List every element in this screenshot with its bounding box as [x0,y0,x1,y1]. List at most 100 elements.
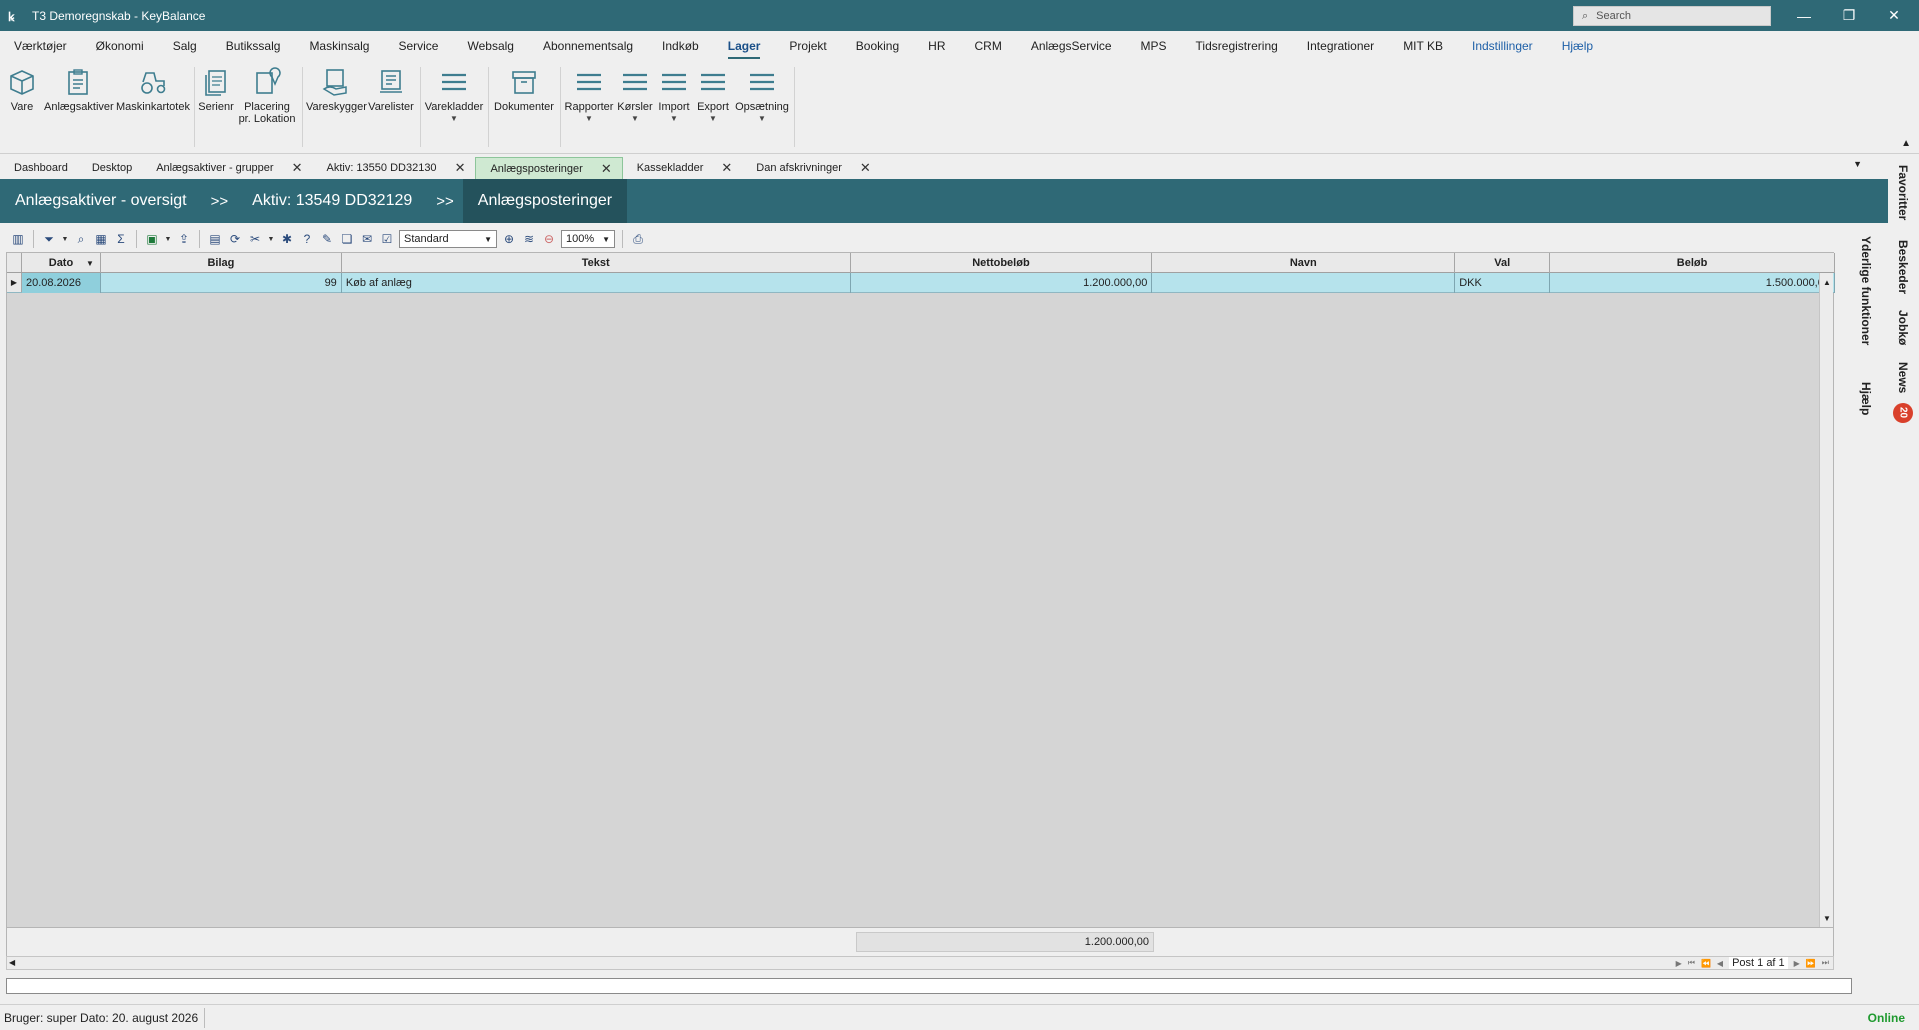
breadcrumb-aktiv[interactable]: Aktiv: 13549 DD32129 [237,179,427,223]
cell-nettobelob[interactable]: 1.200.000,00 [851,273,1153,293]
help-icon[interactable]: ? [299,231,315,247]
close-button[interactable]: ✕ [1872,0,1916,31]
tools-icon[interactable]: ✂ [247,231,263,247]
grid-select-icon[interactable]: ▦ [93,231,109,247]
breadcrumb-anlaegsaktiver-oversigt[interactable]: Anlægsaktiver - oversigt [0,179,202,223]
column-nettobelob[interactable]: Nettobeløb [851,253,1153,273]
column-belob[interactable]: Beløb [1550,253,1835,273]
jobko-tab[interactable]: Jobkø [1896,310,1910,345]
menu-integrationer[interactable]: Integrationer [1307,39,1374,53]
column-tekst[interactable]: Tekst [342,253,851,273]
favoritter-tab[interactable]: Favoritter [1896,165,1910,220]
first-page-icon[interactable]: ⏮ [1688,958,1695,968]
bug-icon[interactable]: ✱ [279,231,295,247]
filter-icon[interactable]: ⏷ [41,231,57,247]
tabs-dropdown-icon[interactable]: ▼ [1853,159,1862,169]
menu-anlaegsservice[interactable]: AnlægsService [1031,39,1112,53]
menu-abonnementsalg[interactable]: Abonnementsalg [543,39,633,53]
beskeder-tab[interactable]: Beskeder [1896,240,1910,294]
anlaegsaktiver-button[interactable]: Anlægsaktiver [44,65,114,113]
menu-vaerktojer[interactable]: Værktøjer [14,39,67,53]
tab-kassekladder[interactable]: Kassekladder ✕ [623,157,743,179]
menu-booking[interactable]: Booking [856,39,899,53]
vertical-scrollbar[interactable]: ▲ ▼ [1819,273,1833,927]
close-tab-icon[interactable]: ✕ [292,160,303,176]
menu-mps[interactable]: MPS [1141,39,1167,53]
export-icon[interactable]: ⇪ [176,231,192,247]
column-val[interactable]: Val [1455,253,1551,273]
close-tab-icon[interactable]: ✕ [455,160,466,176]
mail-icon[interactable]: ✉ [359,231,375,247]
vareskygger-button[interactable]: Vareskygger [306,65,367,113]
tab-dashboard[interactable]: Dashboard [0,157,78,179]
maskinkartotek-button[interactable]: Maskinkartotek [116,65,190,113]
chevron-down-icon[interactable]: ▼ [61,231,69,247]
menu-projekt[interactable]: Projekt [789,39,826,53]
vare-button[interactable]: Vare [6,65,38,113]
minimize-button[interactable]: — [1782,0,1826,31]
close-tab-icon[interactable]: ✕ [721,160,732,176]
menu-mitkb[interactable]: MIT KB [1403,39,1443,53]
next-fast-icon[interactable]: ⏩ [1806,959,1816,968]
column-dato[interactable]: Dato ▼ [22,253,101,273]
hjaelp-tab[interactable]: Hjælp [1859,382,1873,415]
rapporter-button[interactable]: Rapporter ▼ [564,65,614,125]
scroll-down-icon[interactable]: ▼ [1820,911,1834,925]
cell-tekst[interactable]: Køb af anlæg [342,273,851,293]
table-row[interactable]: ▶ 20.08.2026 99 Køb af anlæg 1.200.000,0… [7,273,1835,293]
dokumenter-button[interactable]: Dokumenter [492,65,556,113]
news-tab[interactable]: News [1896,362,1910,393]
scroll-right-icon[interactable]: ▶ [1676,959,1682,968]
korsler-button[interactable]: Kørsler ▼ [616,65,654,125]
cell-val[interactable]: DKK [1455,273,1551,293]
menu-hjaelp[interactable]: Hjælp [1562,39,1593,53]
menu-butikssalg[interactable]: Butikssalg [226,39,281,53]
menu-maskinsalg[interactable]: Maskinsalg [309,39,369,53]
close-tab-icon[interactable]: ✕ [601,161,612,177]
varekladder-button[interactable]: Varekladder ▼ [424,65,484,125]
opsaetning-button[interactable]: Opsætning ▼ [734,65,790,125]
placering-button[interactable]: Placering pr. Lokation [238,65,296,125]
horizontal-scrollbar[interactable]: ◀ ▶ ⏮ ⏪ ◀ Post 1 af 1 ▶ ⏩ ⏭ [6,956,1834,970]
column-bilag[interactable]: Bilag [101,253,342,273]
chevron-down-icon[interactable]: ▼ [164,231,172,247]
restore-button[interactable]: ❐ [1827,0,1871,31]
layers-icon[interactable]: ≋ [521,231,537,247]
prev-fast-icon[interactable]: ⏪ [1701,959,1711,968]
next-page-icon[interactable]: ▶ [1794,959,1800,968]
menu-lager[interactable]: Lager [727,39,760,59]
tab-dan-afskrivninger[interactable]: Dan afskrivninger ✕ [742,157,881,179]
scroll-up-icon[interactable]: ▲ [1820,275,1834,289]
search-input[interactable]: ⌕ Search [1573,6,1771,26]
menu-crm[interactable]: CRM [975,39,1002,53]
menu-salg[interactable]: Salg [173,39,197,53]
menu-okonomi[interactable]: Økonomi [96,39,144,53]
menu-service[interactable]: Service [398,39,438,53]
edit-icon[interactable]: ✎ [319,231,335,247]
add-layout-icon[interactable]: ⊕ [501,231,517,247]
sum-icon[interactable]: Σ [113,231,129,247]
menu-websalg[interactable]: Websalg [467,39,513,53]
collapse-ribbon-icon[interactable]: ▲ [1901,138,1911,149]
tab-anlaegsaktiver-grupper[interactable]: Anlægsaktiver - grupper ✕ [142,157,312,179]
menu-tidsregistrering[interactable]: Tidsregistrering [1196,39,1278,53]
serienr-button[interactable]: Serienr [198,65,234,113]
column-navn[interactable]: Navn [1152,253,1456,273]
refresh-icon[interactable]: ⟳ [227,231,243,247]
layout-select[interactable]: Standard ▼ [399,230,497,248]
export-button[interactable]: Export ▼ [694,65,732,125]
prev-page-icon[interactable]: ◀ [1717,959,1723,968]
stack-icon[interactable]: ❏ [339,231,355,247]
varelister-button[interactable]: Varelister [368,65,414,113]
cell-belob[interactable]: 1.500.000,00 [1550,273,1835,293]
yderligere-funktioner-tab[interactable]: Yderlige funktioner [1859,236,1873,345]
excel-icon[interactable]: ▣ [144,231,160,247]
cell-bilag[interactable]: 99 [101,273,342,293]
remove-icon[interactable]: ⊖ [541,231,557,247]
cell-navn[interactable] [1152,273,1456,293]
tab-desktop[interactable]: Desktop [78,157,142,179]
menu-indkob[interactable]: Indkøb [662,39,699,53]
last-page-icon[interactable]: ⏭ [1822,958,1829,968]
tab-anlaegsposteringer[interactable]: Anlægsposteringer ✕ [475,157,623,179]
import-button[interactable]: Import ▼ [656,65,692,125]
